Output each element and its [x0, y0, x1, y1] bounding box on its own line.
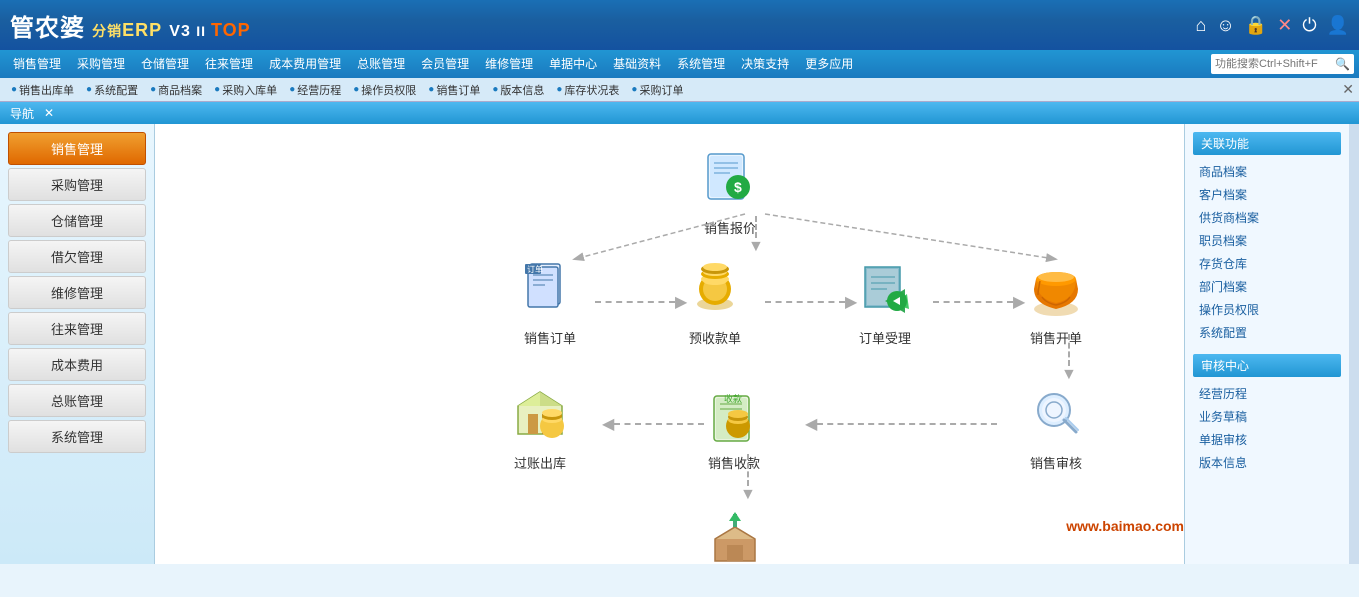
sidebar-item-system[interactable]: 系统管理	[8, 420, 146, 453]
nav-label-close[interactable]: ✕	[44, 106, 54, 120]
nav-label: 导航	[10, 105, 34, 122]
flow-diagram: $ 销售报价 ▼	[165, 134, 1174, 554]
arrow-baojia-down: ▼	[748, 216, 764, 256]
header: 管农婆 分销ERP V3 II TOP ⌂ ☺ 🔒 ✕ ⏻ 👤	[0, 0, 1359, 50]
flow-node-shouli[interactable]: 订单受理	[850, 254, 920, 347]
sidebar-item-cost[interactable]: 成本费用	[8, 348, 146, 381]
flow-node-kaidan[interactable]: 销售开单	[1021, 254, 1091, 347]
body-area: 销售管理 采购管理 仓储管理 借欠管理 维修管理 往来管理 成本费用 总账管理 …	[0, 124, 1359, 564]
svg-text:$: $	[734, 179, 742, 195]
person-icon[interactable]: ☺	[1216, 15, 1234, 36]
right-section-title-1: 关联功能	[1193, 132, 1341, 155]
arrow-shoukuan-down: ▼	[740, 454, 756, 504]
flow-node-yushou[interactable]: 预收款单	[680, 254, 750, 347]
flow-node-tuihuo[interactable]: 销售退货	[700, 504, 770, 564]
flow-label-shouli: 订单受理	[850, 328, 920, 347]
right-link-sysconfig[interactable]: 系统配置	[1193, 321, 1341, 344]
nav-voucher[interactable]: 单据中心	[541, 50, 605, 78]
tab-operator[interactable]: ●操作员权限	[347, 79, 422, 101]
flow-node-shoukuan[interactable]: 收款 销售收款	[699, 379, 769, 472]
sidebar-item-ledger[interactable]: 总账管理	[8, 384, 146, 417]
arrow-kaidan-down: ▼	[1061, 334, 1077, 384]
tab-purchase-in[interactable]: ●采购入库单	[208, 79, 283, 101]
right-link-employee[interactable]: 职员档案	[1193, 229, 1341, 252]
right-link-version[interactable]: 版本信息	[1193, 451, 1341, 474]
nav-cost[interactable]: 成本费用管理	[261, 50, 349, 78]
close-icon[interactable]: ✕	[1277, 15, 1292, 36]
nav-purchase[interactable]: 采购管理	[69, 50, 133, 78]
sidebar-item-purchase[interactable]: 采购管理	[8, 168, 146, 201]
logo: 管农婆 分销ERP V3 II TOP	[10, 8, 251, 43]
nav-dealings[interactable]: 往来管理	[197, 50, 261, 78]
main-content: $ 销售报价 ▼	[155, 124, 1184, 564]
right-section-title-2: 审核中心	[1193, 354, 1341, 377]
sidebar: 销售管理 采购管理 仓储管理 借欠管理 维修管理 往来管理 成本费用 总账管理 …	[0, 124, 155, 564]
right-link-customer[interactable]: 客户档案	[1193, 183, 1341, 206]
tab-purchase-order[interactable]: ●采购订单	[625, 79, 689, 101]
arrow-shenhe-left: ◀	[805, 414, 1005, 434]
flow-label-yushou: 预收款单	[680, 328, 750, 347]
svg-text:收款: 收款	[724, 393, 742, 404]
nav-repair[interactable]: 维修管理	[477, 50, 541, 78]
flow-label-shenhe: 销售审核	[1021, 453, 1091, 472]
nav-sales[interactable]: 销售管理	[5, 50, 69, 78]
nav-more[interactable]: 更多应用	[797, 50, 861, 78]
right-panel: 关联功能 商品档案 客户档案 供货商档案 职员档案 存货仓库 部门档案 操作员权…	[1184, 124, 1349, 564]
sidebar-item-debt[interactable]: 借欠管理	[8, 240, 146, 273]
right-link-goods[interactable]: 商品档案	[1193, 160, 1341, 183]
nav-label-bar: 导航 ✕	[0, 102, 1359, 124]
flow-node-shenhe[interactable]: 销售审核	[1021, 379, 1091, 472]
tab-stock-status[interactable]: ●库存状况表	[550, 79, 625, 101]
power-icon[interactable]: ⏻	[1302, 15, 1316, 36]
tab-version[interactable]: ●版本信息	[486, 79, 550, 101]
flow-node-guozhang[interactable]: 过账出库	[505, 379, 575, 472]
flow-label-kaidan: 销售开单	[1021, 328, 1091, 347]
right-link-draft[interactable]: 业务草稿	[1193, 405, 1341, 428]
right-link-supplier[interactable]: 供货商档案	[1193, 206, 1341, 229]
search-input[interactable]	[1215, 58, 1335, 70]
home-icon[interactable]: ⌂	[1196, 15, 1207, 36]
nav-system[interactable]: 系统管理	[669, 50, 733, 78]
right-link-warehouse[interactable]: 存货仓库	[1193, 252, 1341, 275]
nav-decision[interactable]: 决策支持	[733, 50, 797, 78]
sidebar-item-dealings[interactable]: 往来管理	[8, 312, 146, 345]
flow-label-shoukuan: 销售收款	[699, 453, 769, 472]
nav-ledger[interactable]: 总账管理	[349, 50, 413, 78]
flow-label-dingdan: 销售订单	[515, 328, 585, 347]
arrow-shoukuan-left: ◀	[602, 414, 712, 434]
lock-icon[interactable]: 🔒	[1245, 15, 1267, 36]
right-link-dept[interactable]: 部门档案	[1193, 275, 1341, 298]
nav-warehouse[interactable]: 仓储管理	[133, 50, 197, 78]
flow-node-dingdan[interactable]: 订单 订单 销售订单	[515, 254, 585, 347]
user-icon[interactable]: 👤	[1327, 15, 1349, 36]
right-link-review[interactable]: 单据审核	[1193, 428, 1341, 451]
nav-member[interactable]: 会员管理	[413, 50, 477, 78]
scrollbar[interactable]	[1349, 124, 1359, 564]
flow-label-guozhang: 过账出库	[505, 453, 575, 472]
sidebar-item-sales[interactable]: 销售管理	[8, 132, 146, 165]
svg-text:订单: 订单	[527, 264, 543, 274]
header-icons: ⌂ ☺ 🔒 ✕ ⏻ 👤	[1196, 15, 1349, 36]
search-icon[interactable]: 🔍	[1335, 57, 1350, 71]
right-link-history[interactable]: 经营历程	[1193, 382, 1341, 405]
search-box: 🔍	[1211, 54, 1354, 74]
nav-basic[interactable]: 基础资料	[605, 50, 669, 78]
right-link-operator[interactable]: 操作员权限	[1193, 298, 1341, 321]
sidebar-item-warehouse[interactable]: 仓储管理	[8, 204, 146, 237]
tab-goods[interactable]: ●商品档案	[144, 79, 208, 101]
tab-sales-out[interactable]: ●销售出库单	[5, 79, 80, 101]
tab-sys-config[interactable]: ●系统配置	[80, 79, 144, 101]
arrow-shouli-right: ▶	[933, 292, 1033, 312]
tab-sales-order[interactable]: ●销售订单	[422, 79, 486, 101]
sidebar-item-repair[interactable]: 维修管理	[8, 276, 146, 309]
tabs-close-button[interactable]: ✕	[1342, 81, 1354, 98]
navbar: 销售管理 采购管理 仓储管理 往来管理 成本费用管理 总账管理 会员管理 维修管…	[0, 50, 1359, 78]
tab-history[interactable]: ●经营历程	[283, 79, 347, 101]
tabs-bar: ●销售出库单 ●系统配置 ●商品档案 ●采购入库单 ●经营历程 ●操作员权限 ●…	[0, 78, 1359, 102]
